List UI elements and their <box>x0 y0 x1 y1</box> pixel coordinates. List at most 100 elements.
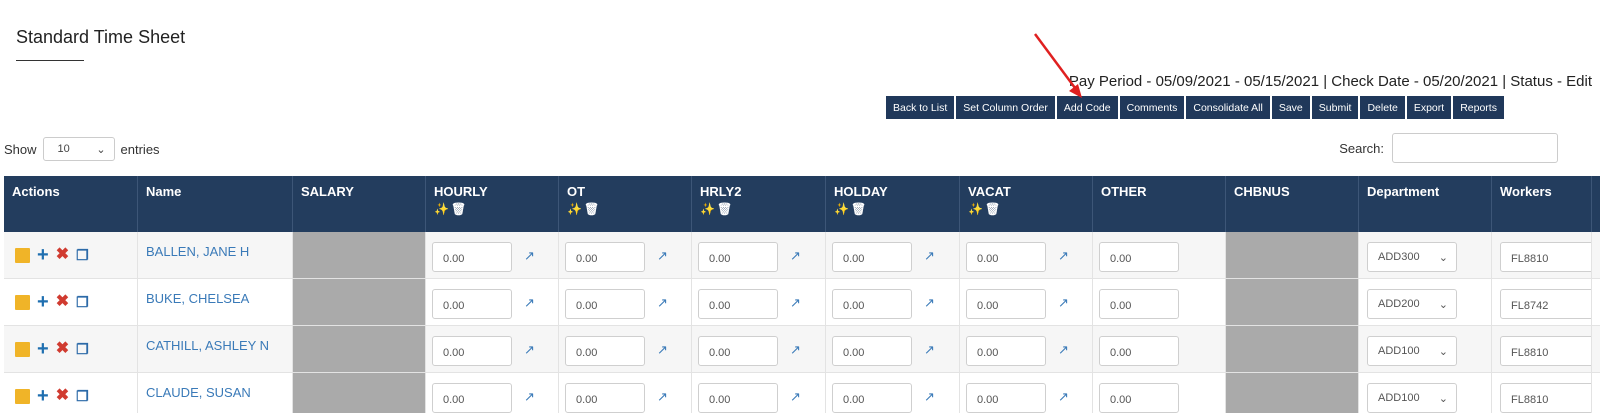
employee-name-link[interactable]: CATHILL, ASHLEY N <box>146 338 269 353</box>
x-icon[interactable]: ✖ <box>56 341 69 357</box>
department-select[interactable]: ADD100 ⌄ <box>1367 336 1457 366</box>
copy-icon[interactable]: ❐ <box>76 342 89 356</box>
magic-wand-icon[interactable]: ✨ <box>968 202 985 216</box>
trash-icon[interactable]: 🗑 <box>851 202 868 216</box>
external-link-icon[interactable]: ↗ <box>524 248 535 264</box>
ot-hours-input[interactable]: 0.00 <box>565 242 645 272</box>
plus-icon[interactable]: + <box>37 339 49 359</box>
vacat-hours-input[interactable]: 0.00 <box>966 336 1046 366</box>
column-header-other[interactable]: OTHER <box>1093 176 1226 232</box>
hourly-hours-input[interactable]: 0.00 <box>432 242 512 272</box>
external-link-icon[interactable]: ↗ <box>657 295 668 311</box>
hourly-hours-input[interactable]: 0.00 <box>432 336 512 366</box>
column-header-workers[interactable]: Workers <box>1492 176 1592 232</box>
hrly2-hours-input[interactable]: 0.00 <box>698 336 778 366</box>
external-link-icon[interactable]: ↗ <box>1058 248 1069 264</box>
trash-icon[interactable]: 🗑 <box>451 202 468 216</box>
external-link-icon[interactable]: ↗ <box>924 248 935 264</box>
column-header-hrly2[interactable]: HRLY2 ✨🗑 <box>692 176 826 232</box>
external-link-icon[interactable]: ↗ <box>924 389 935 405</box>
column-header-holday[interactable]: HOLDAY ✨🗑 <box>826 176 960 232</box>
trash-icon[interactable]: 🗑 <box>985 202 1002 216</box>
search-input[interactable] <box>1392 133 1558 163</box>
consolidate-all-button[interactable]: Consolidate All <box>1186 96 1270 119</box>
trash-icon[interactable]: 🗑 <box>717 202 734 216</box>
export-button[interactable]: Export <box>1406 96 1452 119</box>
entries-select[interactable]: 10 ⌄ <box>42 137 115 161</box>
submit-button[interactable]: Submit <box>1311 96 1359 119</box>
ot-hours-input[interactable]: 0.00 <box>565 383 645 413</box>
employee-name-link[interactable]: BUKE, CHELSEA <box>146 291 249 306</box>
column-header-actions[interactable]: Actions <box>4 176 138 232</box>
magic-wand-icon[interactable]: ✨ <box>834 202 851 216</box>
ot-hours-input[interactable]: 0.00 <box>565 336 645 366</box>
x-icon[interactable]: ✖ <box>56 247 69 263</box>
other-hours-input[interactable]: 0.00 <box>1099 242 1179 272</box>
external-link-icon[interactable]: ↗ <box>790 295 801 311</box>
set-column-order-button[interactable]: Set Column Order <box>956 96 1055 119</box>
department-select[interactable]: ADD100 ⌄ <box>1367 383 1457 413</box>
other-hours-input[interactable]: 0.00 <box>1099 289 1179 319</box>
magic-wand-icon[interactable]: ✨ <box>434 202 451 216</box>
column-header-department[interactable]: Department <box>1359 176 1492 232</box>
external-link-icon[interactable]: ↗ <box>524 389 535 405</box>
magic-wand-icon[interactable]: ✨ <box>700 202 717 216</box>
comments-button[interactable]: Comments <box>1119 96 1185 119</box>
external-link-icon[interactable]: ↗ <box>790 389 801 405</box>
external-link-icon[interactable]: ↗ <box>924 342 935 358</box>
reports-button[interactable]: Reports <box>1453 96 1504 119</box>
vacat-hours-input[interactable]: 0.00 <box>966 242 1046 272</box>
workers-comp-input[interactable]: FL8810 <box>1500 242 1591 272</box>
other-hours-input[interactable]: 0.00 <box>1099 383 1179 413</box>
hrly2-hours-input[interactable]: 0.00 <box>698 289 778 319</box>
external-link-icon[interactable]: ↗ <box>524 342 535 358</box>
x-icon[interactable]: ✖ <box>56 388 69 404</box>
back-to-list-button[interactable]: Back to List <box>886 96 955 119</box>
copy-icon[interactable]: ❐ <box>76 389 89 403</box>
workers-comp-input[interactable]: FL8810 <box>1500 383 1591 413</box>
employee-name-link[interactable]: BALLEN, JANE H <box>146 244 249 259</box>
external-link-icon[interactable]: ↗ <box>657 342 668 358</box>
vacat-hours-input[interactable]: 0.00 <box>966 383 1046 413</box>
external-link-icon[interactable]: ↗ <box>657 248 668 264</box>
plus-icon[interactable]: + <box>37 245 49 265</box>
column-header-vacat[interactable]: VACAT ✨🗑 <box>960 176 1093 232</box>
employee-name-link[interactable]: CLAUDE, SUSAN <box>146 385 251 400</box>
vacat-hours-input[interactable]: 0.00 <box>966 289 1046 319</box>
other-hours-input[interactable]: 0.00 <box>1099 336 1179 366</box>
trash-icon[interactable]: 🗑 <box>584 202 601 216</box>
holday-hours-input[interactable]: 0.00 <box>832 336 912 366</box>
external-link-icon[interactable]: ↗ <box>1058 342 1069 358</box>
x-icon[interactable]: ✖ <box>56 294 69 310</box>
sticky-note-icon[interactable] <box>15 341 30 357</box>
workers-comp-input[interactable]: FL8742 <box>1500 289 1591 319</box>
external-link-icon[interactable]: ↗ <box>924 295 935 311</box>
sticky-note-icon[interactable] <box>15 294 30 310</box>
hrly2-hours-input[interactable]: 0.00 <box>698 242 778 272</box>
delete-button[interactable]: Delete <box>1360 96 1405 119</box>
external-link-icon[interactable]: ↗ <box>1058 389 1069 405</box>
column-header-hourly[interactable]: HOURLY ✨🗑 <box>426 176 559 232</box>
external-link-icon[interactable]: ↗ <box>790 248 801 264</box>
sticky-note-icon[interactable] <box>15 388 30 404</box>
plus-icon[interactable]: + <box>37 292 49 312</box>
workers-comp-input[interactable]: FL8810 <box>1500 336 1591 366</box>
copy-icon[interactable]: ❐ <box>76 248 89 262</box>
column-header-salary[interactable]: SALARY <box>293 176 426 232</box>
hourly-hours-input[interactable]: 0.00 <box>432 383 512 413</box>
column-header-name[interactable]: Name <box>138 176 293 232</box>
hrly2-hours-input[interactable]: 0.00 <box>698 383 778 413</box>
external-link-icon[interactable]: ↗ <box>1058 295 1069 311</box>
column-header-ot[interactable]: OT ✨🗑 <box>559 176 692 232</box>
magic-wand-icon[interactable]: ✨ <box>567 202 584 216</box>
holday-hours-input[interactable]: 0.00 <box>832 289 912 319</box>
copy-icon[interactable]: ❐ <box>76 295 89 309</box>
plus-icon[interactable]: + <box>37 386 49 406</box>
column-header-chbnus[interactable]: CHBNUS <box>1226 176 1359 232</box>
ot-hours-input[interactable]: 0.00 <box>565 289 645 319</box>
external-link-icon[interactable]: ↗ <box>657 389 668 405</box>
external-link-icon[interactable]: ↗ <box>524 295 535 311</box>
holday-hours-input[interactable]: 0.00 <box>832 242 912 272</box>
add-code-button[interactable]: Add Code <box>1056 96 1118 119</box>
holday-hours-input[interactable]: 0.00 <box>832 383 912 413</box>
